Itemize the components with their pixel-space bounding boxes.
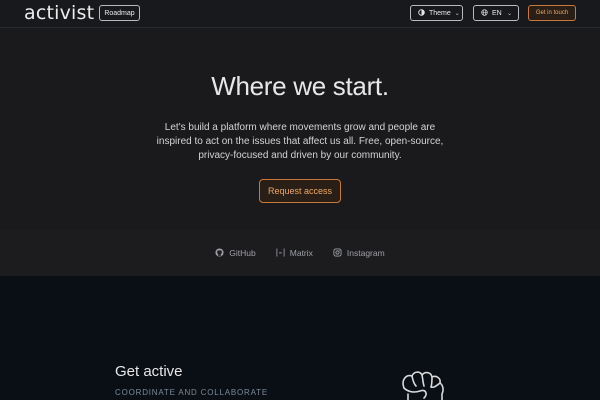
roadmap-button[interactable]: Roadmap — [99, 5, 140, 21]
instagram-link[interactable]: Instagram — [333, 247, 385, 259]
matrix-link[interactable]: m Matrix — [276, 247, 313, 259]
roadmap-label: Roadmap — [104, 9, 135, 17]
get-active-subheading: COORDINATE AND COLLABORATE — [115, 388, 268, 397]
get-active-heading: Get active — [115, 363, 183, 380]
instagram-icon — [333, 247, 342, 259]
page: activist Roadmap Theme ⌄ EN ⌄ Get in tou… — [0, 0, 600, 400]
request-access-button[interactable]: Request access — [259, 179, 341, 203]
instagram-label: Instagram — [346, 248, 385, 258]
top-navbar: activist Roadmap Theme ⌄ EN ⌄ Get in tou… — [0, 0, 600, 28]
get-in-touch-label: Get in touch — [535, 10, 569, 16]
github-label: GitHub — [229, 248, 256, 258]
theme-label: Theme — [429, 9, 451, 17]
language-dropdown[interactable]: EN ⌄ — [473, 5, 519, 21]
hero-title: Where we start. — [211, 71, 389, 101]
hero-description: Let's build a platform where movements g… — [156, 122, 444, 161]
matrix-label: Matrix — [289, 248, 313, 258]
globe-icon — [481, 8, 488, 18]
activist-logo[interactable]: activist — [24, 2, 94, 24]
raised-fist-icon — [398, 370, 450, 400]
get-in-touch-button[interactable]: Get in touch — [528, 5, 576, 21]
github-icon — [215, 247, 224, 259]
request-access-label: Request access — [267, 186, 333, 196]
theme-dropdown[interactable]: Theme ⌄ — [410, 5, 463, 21]
social-links: GitHub m Matrix Instagram — [0, 230, 600, 276]
contrast-icon — [418, 8, 425, 18]
svg-text:m: m — [279, 250, 283, 254]
matrix-icon: m — [276, 247, 285, 259]
github-link[interactable]: GitHub — [215, 247, 256, 259]
language-label: EN — [492, 9, 502, 17]
chevron-down-icon: ⌄ — [454, 10, 460, 17]
chevron-down-icon: ⌄ — [506, 10, 512, 17]
hero-section: Where we start. Let's build a platform w… — [0, 28, 600, 230]
